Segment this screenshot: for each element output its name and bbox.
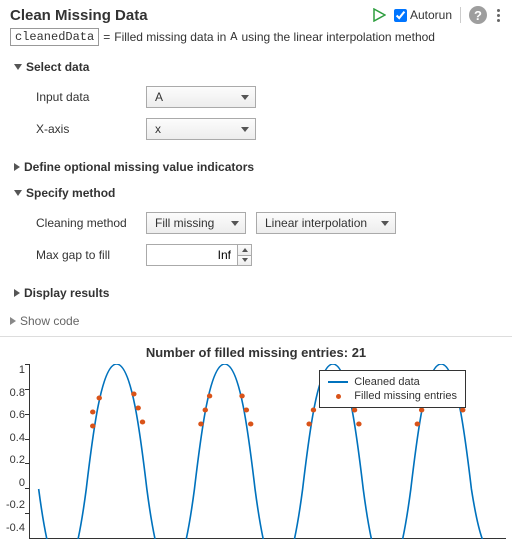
- chevron-down-icon: [14, 64, 22, 70]
- chart-panel: Number of filled missing entries: 21 1 0…: [0, 336, 512, 544]
- caret-icon: [241, 127, 249, 132]
- section-title-define-indicators: Define optional missing value indicators: [24, 160, 254, 174]
- chart-legend: Cleaned data Filled missing entries: [319, 370, 466, 408]
- row-max-gap: Max gap to fill: [36, 239, 502, 271]
- chart-title: Number of filled missing entries: 21: [6, 343, 506, 364]
- desc-suffix: using the linear interpolation method: [242, 30, 435, 44]
- value-interp-method: Linear interpolation: [265, 216, 367, 230]
- spinner-up[interactable]: [238, 245, 251, 256]
- section-body-specify-method: Cleaning method Fill missing Linear inte…: [14, 203, 502, 277]
- legend-cleaned-data: Cleaned data: [328, 375, 457, 389]
- select-interp-method[interactable]: Linear interpolation: [256, 212, 396, 234]
- select-xaxis[interactable]: x: [146, 118, 256, 140]
- section-header-define-indicators[interactable]: Define optional missing value indicators: [14, 157, 502, 177]
- spinner-down[interactable]: [238, 256, 251, 266]
- desc-prefix: Filled missing data in: [114, 30, 226, 44]
- ytick: 0.2: [10, 454, 25, 466]
- autorun-checkbox[interactable]: Autorun: [394, 8, 452, 22]
- row-xaxis: X-axis x: [36, 113, 502, 145]
- desc-input-var: A: [230, 30, 237, 44]
- output-variable[interactable]: cleanedData: [10, 28, 99, 46]
- ytick: 0: [19, 477, 25, 489]
- show-code-label: Show code: [20, 314, 79, 328]
- section-title-select-data: Select data: [26, 60, 89, 74]
- section-define-indicators: Define optional missing value indicators: [0, 154, 512, 180]
- legend-dot-icon: [328, 394, 348, 399]
- legend-label: Cleaned data: [354, 376, 419, 388]
- chevron-right-icon: [10, 317, 16, 325]
- legend-label: Filled missing entries: [354, 390, 457, 402]
- label-cleaning-method: Cleaning method: [36, 216, 136, 230]
- y-axis-labels: 1 0.8 0.6 0.4 0.2 0 -0.2 -0.4: [6, 364, 29, 544]
- chevron-right-icon: [14, 163, 20, 171]
- label-xaxis: X-axis: [36, 122, 136, 136]
- plot-area: Cleaned data Filled missing entries: [29, 364, 506, 539]
- ytick: 0.4: [10, 432, 25, 444]
- section-display-results: Display results: [0, 280, 512, 306]
- value-input-data: A: [155, 90, 163, 104]
- label-max-gap: Max gap to fill: [36, 248, 136, 262]
- row-input-data: Input data A: [36, 81, 502, 113]
- section-header-display-results[interactable]: Display results: [14, 283, 502, 303]
- section-header-specify-method[interactable]: Specify method: [14, 183, 502, 203]
- select-cleaning-method[interactable]: Fill missing: [146, 212, 246, 234]
- chevron-down-icon: [14, 190, 22, 196]
- input-max-gap[interactable]: [146, 244, 252, 266]
- ytick: -0.4: [6, 522, 25, 534]
- equals-text: =: [103, 30, 110, 44]
- task-title: Clean Missing Data: [10, 7, 372, 24]
- caret-icon: [381, 221, 389, 226]
- section-title-display-results: Display results: [24, 286, 109, 300]
- caret-icon: [241, 95, 249, 100]
- value-xaxis: x: [155, 122, 161, 136]
- ytick: -0.2: [6, 499, 25, 511]
- section-body-select-data: Input data A X-axis x: [14, 77, 502, 151]
- input-max-gap-field[interactable]: [147, 245, 237, 265]
- legend-filled-entries: Filled missing entries: [328, 389, 457, 403]
- select-input-data[interactable]: A: [146, 86, 256, 108]
- spinner-max-gap[interactable]: [237, 245, 251, 265]
- task-header: Clean Missing Data Autorun ?: [0, 0, 512, 26]
- caret-icon: [231, 221, 239, 226]
- ytick: 0.6: [10, 409, 25, 421]
- section-specify-method: Specify method Cleaning method Fill miss…: [0, 180, 512, 280]
- show-code-toggle[interactable]: Show code: [0, 306, 512, 336]
- value-cleaning-method: Fill missing: [155, 216, 214, 230]
- section-title-specify-method: Specify method: [26, 186, 115, 200]
- divider: [460, 7, 461, 23]
- chart-body: 1 0.8 0.6 0.4 0.2 0 -0.2 -0.4: [6, 364, 506, 544]
- row-cleaning-method: Cleaning method Fill missing Linear inte…: [36, 207, 502, 239]
- output-description: cleanedData = Filled missing data in A u…: [0, 26, 512, 54]
- legend-line-icon: [328, 381, 348, 383]
- section-header-select-data[interactable]: Select data: [14, 57, 502, 77]
- autorun-input[interactable]: [394, 9, 407, 22]
- ytick: 1: [19, 364, 25, 376]
- section-select-data: Select data Input data A X-axis x: [0, 54, 512, 154]
- label-input-data: Input data: [36, 90, 136, 104]
- autorun-label: Autorun: [410, 8, 452, 22]
- more-icon[interactable]: [495, 7, 502, 24]
- chevron-right-icon: [14, 289, 20, 297]
- header-controls: Autorun ?: [372, 6, 502, 24]
- ytick: 0.8: [10, 387, 25, 399]
- help-icon[interactable]: ?: [469, 6, 487, 24]
- run-icon[interactable]: [372, 8, 386, 22]
